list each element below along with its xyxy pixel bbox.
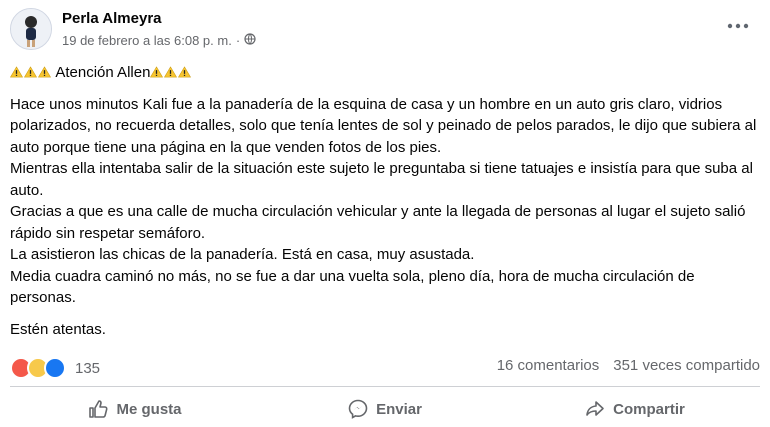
like-button[interactable]: Me gusta [10, 392, 260, 426]
more-options-icon[interactable] [722, 12, 754, 40]
share-label: Compartir [613, 400, 685, 418]
reactions-summary[interactable]: 135 [10, 357, 100, 379]
like-label: Me gusta [116, 400, 182, 418]
action-bar: Me gusta Enviar Compartir [10, 392, 760, 426]
post-timestamp[interactable]: 19 de febrero a las 6:08 p. m. [62, 33, 232, 48]
thumbs-up-icon [89, 400, 109, 418]
warning-icon [10, 66, 23, 78]
warning-icon [38, 66, 51, 78]
avatar[interactable] [10, 8, 52, 50]
share-icon [586, 401, 604, 416]
post-closing: Estén atentas. [10, 320, 106, 338]
post-paragraph: Hace unos minutos Kali fue a la panaderí… [10, 95, 757, 307]
warning-icon [178, 66, 192, 78]
like-reaction-icon [44, 357, 66, 379]
meta-separator: · [235, 33, 241, 48]
send-label: Enviar [376, 400, 422, 418]
warning-icon [164, 66, 178, 78]
shares-count[interactable]: 351 veces compartido [613, 357, 760, 374]
engagement-counts: 16 comentarios 351 veces compartido [497, 357, 760, 374]
author-name[interactable]: Perla Almeyra [62, 10, 162, 27]
post-stats: 135 16 comentarios 351 veces compartido [10, 355, 760, 379]
post-meta: 19 de febrero a las 6:08 p. m. · [62, 33, 256, 48]
post-body: Atención Allen Hace unos minutos Kali fu… [10, 62, 762, 340]
comments-count[interactable]: 16 comentarios [497, 357, 600, 374]
share-button[interactable]: Compartir [510, 392, 760, 426]
divider [10, 386, 760, 387]
globe-icon [244, 33, 256, 48]
post-title: Atención Allen [55, 64, 151, 81]
reaction-count[interactable]: 135 [75, 360, 100, 377]
send-button[interactable]: Enviar [260, 392, 510, 426]
warning-icon [150, 66, 164, 78]
post-title-line: Atención Allen [10, 62, 762, 84]
messenger-icon [348, 399, 368, 419]
warning-icon [24, 66, 37, 78]
post-header: Perla Almeyra 19 de febrero a las 6:08 p… [10, 6, 760, 56]
